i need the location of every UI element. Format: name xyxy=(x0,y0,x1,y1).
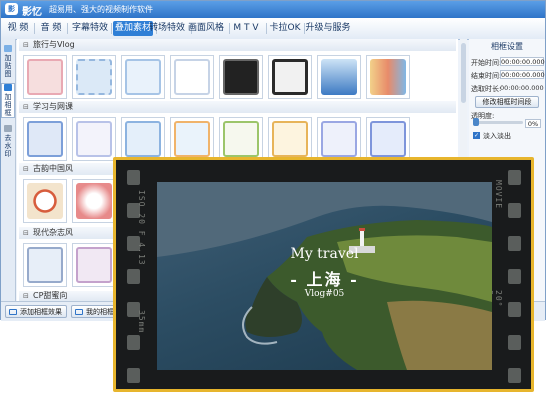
frame-preview-image: ISO 20 F 4.13 MOVIE 20° 8 35mm My travel… xyxy=(113,157,534,392)
preview-vlog-number: Vlog#05 xyxy=(304,289,345,299)
sprocket-hole xyxy=(127,170,140,185)
frame-thumbnail[interactable] xyxy=(366,55,410,99)
tab-karaoke[interactable]: 卡拉OK xyxy=(267,21,303,36)
frame-thumbnail[interactable] xyxy=(121,55,165,99)
modify-frame-time-button[interactable]: 修改相框时间段 xyxy=(475,96,539,108)
start-time-label: 开始时间: xyxy=(471,59,502,67)
frame-thumbnail[interactable] xyxy=(72,55,116,99)
frame-thumbnail[interactable] xyxy=(72,179,116,223)
tab-subtitle-effects[interactable]: 字幕特效 xyxy=(71,21,109,36)
sidebar-item-frames[interactable]: 加相框 xyxy=(1,83,15,118)
sprocket-hole xyxy=(127,368,140,383)
frame-thumbnail[interactable] xyxy=(72,243,116,287)
scrollbar-thumb[interactable] xyxy=(461,43,466,103)
sticker-icon xyxy=(4,45,12,52)
film-edge-text: 35mm xyxy=(137,310,146,334)
fade-checkbox[interactable]: ✓ xyxy=(473,132,480,139)
sprocket-hole xyxy=(508,236,521,251)
duration-label: 选取时长: xyxy=(471,85,502,93)
collapse-icon: ⊟ xyxy=(23,292,29,300)
left-sidebar: 加贴图 加相框 去水印 xyxy=(1,39,16,301)
sidebar-item-stickers[interactable]: 加贴图 xyxy=(2,45,14,78)
sprocket-hole xyxy=(508,203,521,218)
opacity-value[interactable]: 0% xyxy=(525,119,541,128)
frame-thumbnail[interactable] xyxy=(366,117,410,161)
sprocket-hole xyxy=(508,302,521,317)
frame-thumbnail[interactable] xyxy=(23,179,67,223)
frame-thumbnail[interactable] xyxy=(317,55,361,99)
sprocket-hole xyxy=(508,269,521,284)
my-frames-button[interactable]: 我的相框 xyxy=(71,305,119,318)
collapse-icon: ⊟ xyxy=(23,165,29,173)
film-edge-text: MOVIE xyxy=(494,180,503,210)
sprocket-hole xyxy=(127,335,140,350)
tab-transitions[interactable]: 转场特效 xyxy=(147,21,187,36)
my-frames-icon xyxy=(75,309,83,315)
tab-mtv[interactable]: M T V xyxy=(227,21,265,36)
frame-thumbnail[interactable] xyxy=(170,55,214,99)
frame-thumbnail[interactable] xyxy=(72,117,116,161)
add-frame-effect-button[interactable]: 添加相框效果 xyxy=(5,305,67,318)
category-header[interactable]: ⊟ 学习与网课 xyxy=(19,101,456,113)
app-logo-icon: 影 xyxy=(5,3,18,15)
sprocket-hole xyxy=(508,368,521,383)
sidebar-item-label: 去水印 xyxy=(4,134,12,158)
end-time-label: 结束时间: xyxy=(471,72,502,80)
collapse-icon: ⊟ xyxy=(23,41,29,49)
sprocket-hole xyxy=(127,269,140,284)
preview-title: My travel xyxy=(290,246,359,262)
frame-thumbnail[interactable] xyxy=(268,55,312,99)
frame-thumbnail[interactable] xyxy=(23,117,67,161)
fade-label: 淡入淡出 xyxy=(483,132,511,140)
frame-thumbnail[interactable] xyxy=(121,117,165,161)
opacity-slider-knob[interactable] xyxy=(473,118,479,126)
frame-thumbnail[interactable] xyxy=(268,117,312,161)
tab-audio[interactable]: 音 频 xyxy=(38,21,64,36)
sidebar-item-label: 加相框 xyxy=(4,93,12,117)
end-time-field[interactable]: 00:00:00.000 xyxy=(500,70,545,79)
opacity-slider[interactable] xyxy=(473,118,523,126)
collapse-icon: ⊟ xyxy=(23,229,29,237)
tab-picture-style[interactable]: 画面风格 xyxy=(186,21,226,36)
frame-icon xyxy=(4,84,12,91)
tab-upgrade-service[interactable]: 升级与服务 xyxy=(304,21,352,36)
coastline-photo: My travel - 上海 - Vlog#05 xyxy=(157,182,492,370)
sprocket-hole xyxy=(508,170,521,185)
frame-thumbnail[interactable] xyxy=(170,117,214,161)
sidebar-item-watermark[interactable]: 去水印 xyxy=(2,125,14,158)
tab-video[interactable]: 视 频 xyxy=(5,21,31,36)
sidebar-item-label: 加贴图 xyxy=(4,54,12,78)
app-name: 影忆 xyxy=(22,7,42,18)
preview-city: - 上海 - xyxy=(290,270,359,289)
film-strip-frame: ISO 20 F 4.13 MOVIE 20° 8 35mm My travel… xyxy=(116,160,531,389)
category-header[interactable]: ⊟ 旅行与Vlog xyxy=(19,39,456,51)
app-slogan: 超易用、强大的视频制作软件 xyxy=(49,5,153,14)
frame-thumbnail[interactable] xyxy=(23,243,67,287)
add-frame-icon xyxy=(9,309,17,315)
main-menu: 视 频 音 频 字幕特效 叠加素材 转场特效 画面风格 M T V 卡拉OK 升… xyxy=(1,18,545,40)
frame-thumbnail[interactable] xyxy=(219,55,263,99)
collapse-icon: ⊟ xyxy=(23,103,29,111)
frame-thumbnail[interactable] xyxy=(23,55,67,99)
duration-value: 00:00:00.000 xyxy=(500,84,544,92)
title-bar: 影 影忆 超易用、强大的视频制作软件 xyxy=(1,1,545,18)
film-edge-text: ISO 20 F 4.13 xyxy=(137,190,146,266)
watermark-icon xyxy=(4,125,12,132)
sprocket-hole xyxy=(508,335,521,350)
panel-title: 相框设置 xyxy=(491,42,523,51)
start-time-field[interactable]: 00:00:00.000 xyxy=(500,57,545,66)
frame-thumbnail[interactable] xyxy=(219,117,263,161)
frame-thumbnail[interactable] xyxy=(317,117,361,161)
